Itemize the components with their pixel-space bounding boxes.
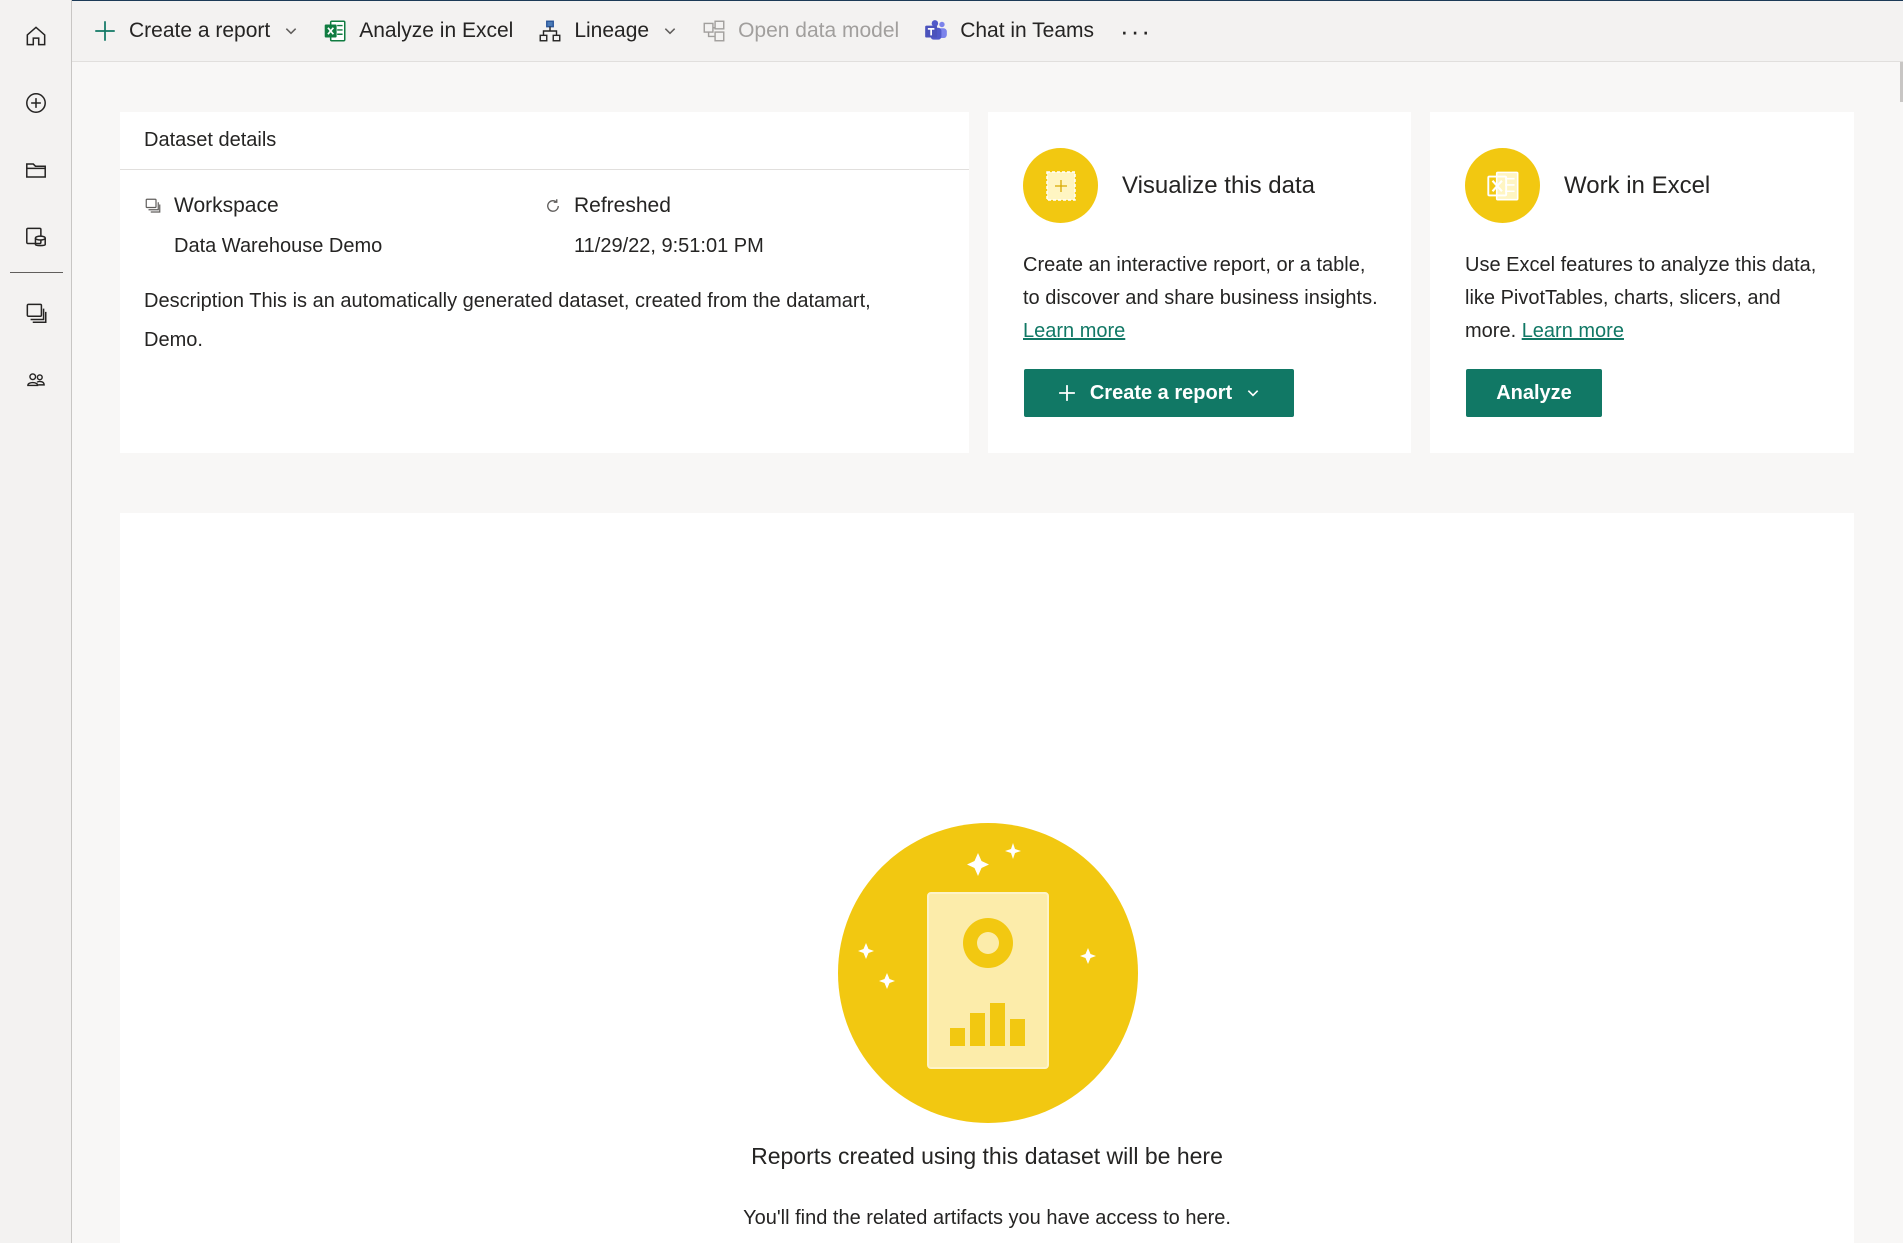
- visualize-learn-more-link[interactable]: Learn more: [1023, 320, 1125, 342]
- visualize-description: Create an interactive report, or a table…: [1023, 254, 1378, 309]
- plus-icon: [1058, 385, 1075, 401]
- create-report-primary-button[interactable]: Create a report: [1024, 369, 1294, 417]
- toolbar: Create a report Analyze in Excel Lineage…: [72, 0, 1903, 62]
- chat-in-teams-label: Chat in Teams: [960, 19, 1095, 42]
- home-icon[interactable]: [14, 14, 58, 58]
- excel-icon: [1465, 148, 1540, 223]
- chevron-down-icon: [1247, 390, 1259, 397]
- empty-state-subtitle: You'll find the related artifacts you ha…: [743, 1207, 1231, 1229]
- visualize-text: Create an interactive report, or a table…: [1023, 249, 1383, 348]
- chat-in-teams-button[interactable]: Chat in Teams: [911, 8, 1106, 54]
- create-report-label: Create a report: [129, 19, 271, 42]
- empty-state-title: Reports created using this dataset will …: [751, 1143, 1223, 1169]
- empty-reports-illustration: [838, 823, 1138, 1123]
- excel-icon: [324, 20, 346, 42]
- chevron-down-icon: [286, 28, 297, 35]
- excel-text: Use Excel features to analyze this data,…: [1465, 249, 1825, 348]
- lineage-label: Lineage: [574, 19, 650, 42]
- dataset-details-title: Dataset details: [120, 112, 969, 170]
- rail-divider: [10, 272, 63, 273]
- excel-learn-more-link[interactable]: Learn more: [1522, 320, 1624, 342]
- work-in-excel-title: Work in Excel: [1564, 172, 1711, 199]
- excel-description: Use Excel features to analyze this data,…: [1465, 254, 1817, 342]
- data-hub-icon[interactable]: [14, 215, 58, 259]
- teams-icon: [925, 20, 948, 40]
- left-nav-rail: [0, 0, 72, 1243]
- analyze-button[interactable]: Analyze: [1466, 369, 1602, 417]
- workspace-value: Data Warehouse Demo: [174, 235, 383, 257]
- work-in-excel-card: Work in Excel Use Excel features to anal…: [1430, 112, 1854, 453]
- refreshed-info: Refreshed 11/29/22, 9:51:01 PM: [544, 194, 764, 258]
- workspace-icon: [145, 198, 161, 213]
- workspace-info: Workspace Data Warehouse Demo: [144, 194, 382, 258]
- create-report-primary-label: Create a report: [1089, 381, 1233, 404]
- data-model-icon: [703, 20, 725, 42]
- workspace-label: Workspace: [174, 194, 279, 217]
- description-label: Description: [144, 290, 245, 312]
- workspaces-icon[interactable]: [14, 291, 58, 335]
- create-icon[interactable]: [14, 81, 58, 125]
- lineage-icon: [539, 20, 561, 42]
- plus-icon: [95, 21, 115, 41]
- analyze-in-excel-button[interactable]: Analyze in Excel: [310, 8, 525, 54]
- refreshed-label: Refreshed: [574, 194, 671, 217]
- refreshed-value: 11/29/22, 9:51:01 PM: [574, 235, 764, 257]
- people-icon[interactable]: [14, 358, 58, 402]
- lineage-button[interactable]: Lineage: [525, 8, 689, 54]
- more-options-button[interactable]: ···: [1106, 16, 1166, 47]
- visualize-icon: [1023, 148, 1098, 223]
- visualize-card: Visualize this data Create an interactiv…: [988, 112, 1411, 453]
- open-data-model-label: Open data model: [738, 19, 900, 42]
- description-text: This is an automatically generated datas…: [144, 290, 871, 351]
- analyze-in-excel-label: Analyze in Excel: [359, 19, 514, 42]
- dataset-details-card: Dataset details Workspace Data Warehouse…: [120, 112, 969, 453]
- chevron-down-icon: [664, 28, 676, 35]
- create-report-button[interactable]: Create a report: [80, 8, 310, 54]
- description: Description This is an automatically gen…: [144, 282, 934, 360]
- related-content-panel: Reports created using this dataset will …: [120, 513, 1854, 1243]
- open-data-model-button[interactable]: Open data model: [689, 8, 911, 54]
- visualize-title: Visualize this data: [1122, 172, 1316, 199]
- browse-icon[interactable]: [14, 148, 58, 192]
- refresh-icon: [547, 199, 559, 212]
